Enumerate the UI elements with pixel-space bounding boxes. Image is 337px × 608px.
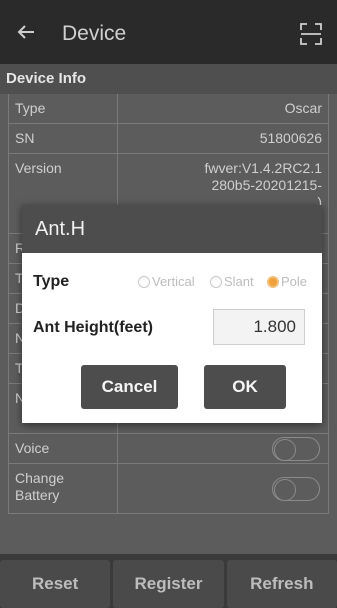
radio-circle-icon bbox=[210, 275, 222, 288]
radio-pole[interactable]: Pole bbox=[267, 274, 307, 289]
radio-slant[interactable]: Slant bbox=[210, 274, 254, 289]
page-title: Device bbox=[62, 22, 127, 45]
radio-label: Slant bbox=[224, 274, 254, 289]
type-row: Type Vertical Slant Pole bbox=[22, 271, 322, 295]
section-title: Device Info bbox=[0, 64, 337, 94]
register-button[interactable]: Register bbox=[113, 560, 224, 608]
height-row: Ant Height(feet) bbox=[22, 309, 322, 347]
change-battery-toggle[interactable] bbox=[272, 477, 320, 501]
refresh-button[interactable]: Refresh bbox=[226, 560, 337, 608]
dialog-actions: Cancel OK bbox=[22, 365, 322, 411]
type-label: Type bbox=[33, 273, 70, 290]
radio-label: Pole bbox=[281, 274, 308, 289]
toggle-knob bbox=[274, 439, 296, 461]
radio-vertical[interactable]: Vertical bbox=[138, 274, 195, 289]
row-key: SN bbox=[9, 124, 118, 153]
row-key: Voice bbox=[9, 434, 118, 463]
row-key: Change Battery bbox=[9, 464, 118, 513]
ok-button[interactable]: OK bbox=[204, 365, 286, 409]
voice-toggle[interactable] bbox=[272, 437, 320, 461]
radio-circle-icon bbox=[138, 275, 150, 288]
height-label: Ant Height(feet) bbox=[33, 319, 153, 336]
row-value: Oscar bbox=[284, 100, 322, 116]
table-row: Change Battery bbox=[9, 464, 328, 514]
cancel-button[interactable]: Cancel bbox=[81, 365, 178, 409]
bottom-bar: Reset Register Refresh bbox=[0, 554, 337, 608]
reset-button[interactable]: Reset bbox=[0, 560, 111, 608]
dialog-title: Ant.H bbox=[22, 205, 322, 253]
radio-label: Vertical bbox=[152, 274, 195, 289]
table-row: SN 51800626 bbox=[9, 124, 328, 154]
ant-height-input[interactable] bbox=[213, 309, 305, 345]
arrow-left-icon[interactable] bbox=[14, 20, 38, 44]
radio-selected-icon bbox=[267, 275, 279, 288]
scan-frame-icon[interactable] bbox=[299, 22, 323, 46]
toggle-knob bbox=[274, 479, 296, 501]
table-row: Voice bbox=[9, 434, 328, 464]
row-key: Type bbox=[9, 94, 118, 123]
table-row: Type Oscar bbox=[9, 94, 328, 124]
top-bar: Device bbox=[0, 0, 337, 64]
row-value: 51800626 bbox=[259, 130, 322, 146]
antenna-height-dialog: Ant.H Type Vertical Slant Pole Ant Heigh… bbox=[22, 205, 322, 423]
